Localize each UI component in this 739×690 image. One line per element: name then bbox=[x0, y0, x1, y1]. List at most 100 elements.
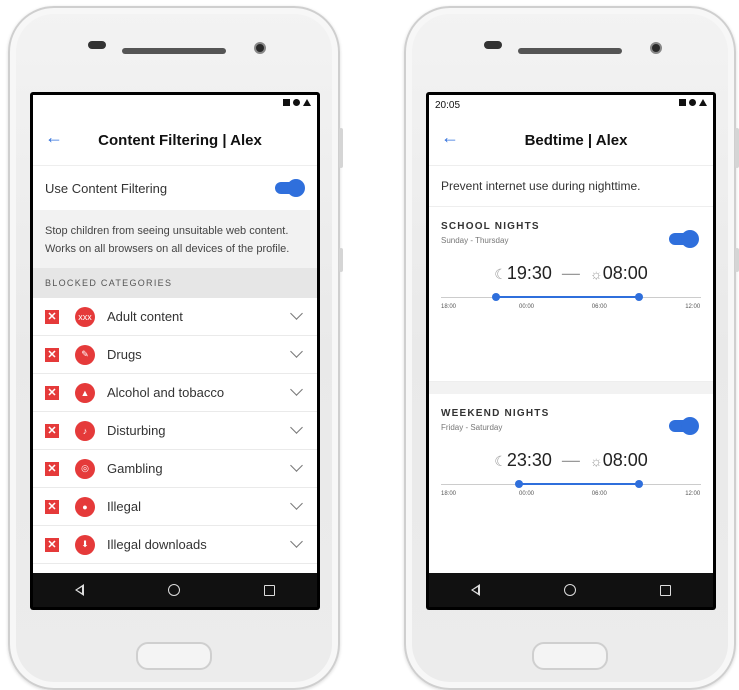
nav-home-icon[interactable] bbox=[564, 584, 576, 596]
speaker-grille bbox=[518, 48, 622, 54]
category-label: Alcohol and tobacco bbox=[107, 385, 225, 400]
chevron-down-icon[interactable] bbox=[290, 535, 303, 548]
timeline-tick-label: 06:00 bbox=[591, 491, 607, 497]
school-nights-card: SCHOOL NIGHTS Sunday - Thursday ☾19:30 — ☼… bbox=[429, 207, 713, 381]
school-end-time[interactable]: 08:00 bbox=[603, 263, 648, 283]
school-nights-toggle[interactable] bbox=[669, 230, 699, 248]
category-row[interactable]: ✕ ♪ Disturbing bbox=[33, 412, 317, 450]
timeline-tick-label: 12:00 bbox=[685, 491, 701, 497]
timeline-tick-label: 00:00 bbox=[519, 304, 535, 310]
category-list: ✕ xxx Adult content ✕ ✎ Drugs ✕ ▲ Alcohol and to… bbox=[33, 298, 317, 564]
nav-back-icon[interactable] bbox=[471, 584, 480, 596]
weekend-start-time[interactable]: 23:30 bbox=[507, 450, 552, 470]
category-label: Adult content bbox=[107, 309, 183, 324]
start-handle[interactable] bbox=[491, 293, 500, 301]
sensor bbox=[484, 41, 502, 49]
content-filtering-toggle[interactable] bbox=[275, 179, 305, 197]
category-label: Drugs bbox=[107, 347, 142, 362]
weekend-nights-timeline[interactable]: 18:00 00:00 06:00 12:00 bbox=[441, 477, 701, 507]
chevron-down-icon[interactable] bbox=[290, 345, 303, 358]
speaker-grille bbox=[122, 48, 226, 54]
category-row[interactable]: ✕ xxx Adult content bbox=[33, 298, 317, 336]
chevron-down-icon[interactable] bbox=[290, 307, 303, 320]
notification-icon bbox=[679, 99, 686, 106]
blocked-x-icon[interactable]: ✕ bbox=[45, 499, 59, 514]
illegal-icon: ● bbox=[75, 496, 95, 517]
weekend-nights-card: WEEKEND NIGHTS Friday - Saturday ☾23:30 —… bbox=[429, 394, 713, 578]
chevron-down-icon[interactable] bbox=[290, 383, 303, 396]
android-nav-bar bbox=[429, 573, 713, 607]
blocked-x-icon[interactable]: ✕ bbox=[45, 461, 59, 476]
time-separator: — bbox=[561, 450, 580, 470]
xxx-icon: xxx bbox=[75, 306, 95, 327]
app-bar: ← Bedtime | Alex bbox=[429, 115, 713, 166]
timeline-tick-label: 12:00 bbox=[685, 304, 701, 310]
category-row[interactable]: ✕ ▲ Alcohol and tobacco bbox=[33, 374, 317, 412]
use-content-filtering-row: Use Content Filtering bbox=[33, 166, 317, 210]
school-nights-timeline[interactable]: 18:00 00:00 06:00 12:00 bbox=[441, 290, 701, 320]
wifi-icon bbox=[699, 99, 707, 106]
blocked-x-icon[interactable]: ✕ bbox=[45, 423, 59, 438]
wifi-icon bbox=[303, 99, 311, 106]
chevron-down-icon[interactable] bbox=[290, 421, 303, 434]
volume-button bbox=[339, 128, 343, 168]
use-content-filtering-label: Use Content Filtering bbox=[45, 180, 168, 196]
pill-icon: ✎ bbox=[75, 344, 95, 365]
blocked-categories-header: BLOCKED CATEGORIES bbox=[33, 268, 317, 298]
gambling-icon: ◎ bbox=[75, 458, 95, 479]
nav-home-icon[interactable] bbox=[168, 584, 180, 596]
school-nights-days: Sunday - Thursday bbox=[441, 236, 509, 245]
timeline-tick-label: 18:00 bbox=[441, 304, 457, 310]
card-divider bbox=[429, 381, 713, 394]
end-handle[interactable] bbox=[634, 293, 643, 301]
moon-icon: ☾ bbox=[494, 266, 507, 282]
weekend-nights-days: Friday - Saturday bbox=[441, 423, 503, 432]
status-time: 20:05 bbox=[435, 100, 461, 111]
bedtime-description: Prevent internet use during nighttime. bbox=[429, 166, 713, 207]
school-start-time[interactable]: 19:30 bbox=[507, 263, 552, 283]
blocked-x-icon[interactable]: ✕ bbox=[45, 309, 59, 324]
blocked-x-icon[interactable]: ✕ bbox=[45, 347, 59, 362]
home-button bbox=[532, 642, 608, 670]
download-icon: ⬇ bbox=[75, 534, 95, 555]
nav-recents-icon[interactable] bbox=[264, 584, 275, 596]
category-row[interactable]: ✕ ✎ Drugs bbox=[33, 336, 317, 374]
status-icons bbox=[283, 99, 311, 106]
category-row[interactable]: ✕ ⬇ Illegal downloads bbox=[33, 526, 317, 564]
bedtime-range bbox=[519, 483, 639, 485]
timeline-tick-label: 18:00 bbox=[441, 491, 457, 497]
sun-icon: ☼ bbox=[589, 453, 603, 469]
timeline-tick-label: 06:00 bbox=[591, 304, 607, 310]
category-label: Disturbing bbox=[107, 423, 166, 438]
screen-left: ← Content Filtering | Alex Use Content F… bbox=[30, 92, 320, 610]
front-camera bbox=[254, 42, 266, 54]
phone-frame-left: ← Content Filtering | Alex Use Content F… bbox=[8, 6, 343, 690]
category-row[interactable]: ✕ ● Illegal bbox=[33, 488, 317, 526]
category-label: Illegal bbox=[107, 499, 141, 514]
start-handle[interactable] bbox=[515, 480, 523, 488]
blocked-x-icon[interactable]: ✕ bbox=[45, 537, 59, 552]
nav-recents-icon[interactable] bbox=[660, 584, 671, 596]
school-nights-times: ☾19:30 — ☼08:00 bbox=[441, 263, 701, 284]
weekend-nights-toggle[interactable] bbox=[669, 417, 699, 435]
nav-back-icon[interactable] bbox=[75, 584, 84, 596]
chevron-down-icon[interactable] bbox=[290, 497, 303, 510]
home-button bbox=[136, 642, 212, 670]
category-row[interactable]: ✕ ◎ Gambling bbox=[33, 450, 317, 488]
status-bar bbox=[33, 95, 317, 115]
blocked-x-icon[interactable]: ✕ bbox=[45, 385, 59, 400]
category-label: Illegal downloads bbox=[107, 537, 207, 552]
bedtime-range bbox=[495, 296, 639, 298]
weekend-nights-title: WEEKEND NIGHTS bbox=[441, 408, 550, 419]
volume-button bbox=[735, 128, 739, 168]
back-arrow-icon[interactable]: ← bbox=[441, 127, 459, 148]
end-handle[interactable] bbox=[634, 480, 643, 488]
filtering-description: Stop children from seeing unsuitable web… bbox=[33, 210, 317, 268]
power-button bbox=[339, 248, 343, 272]
weekend-end-time[interactable]: 08:00 bbox=[603, 450, 648, 470]
signal-icon bbox=[293, 99, 300, 106]
page-title: Content Filtering | Alex bbox=[98, 131, 262, 149]
status-icons bbox=[679, 99, 707, 106]
chevron-down-icon[interactable] bbox=[290, 459, 303, 472]
back-arrow-icon[interactable]: ← bbox=[45, 127, 63, 148]
